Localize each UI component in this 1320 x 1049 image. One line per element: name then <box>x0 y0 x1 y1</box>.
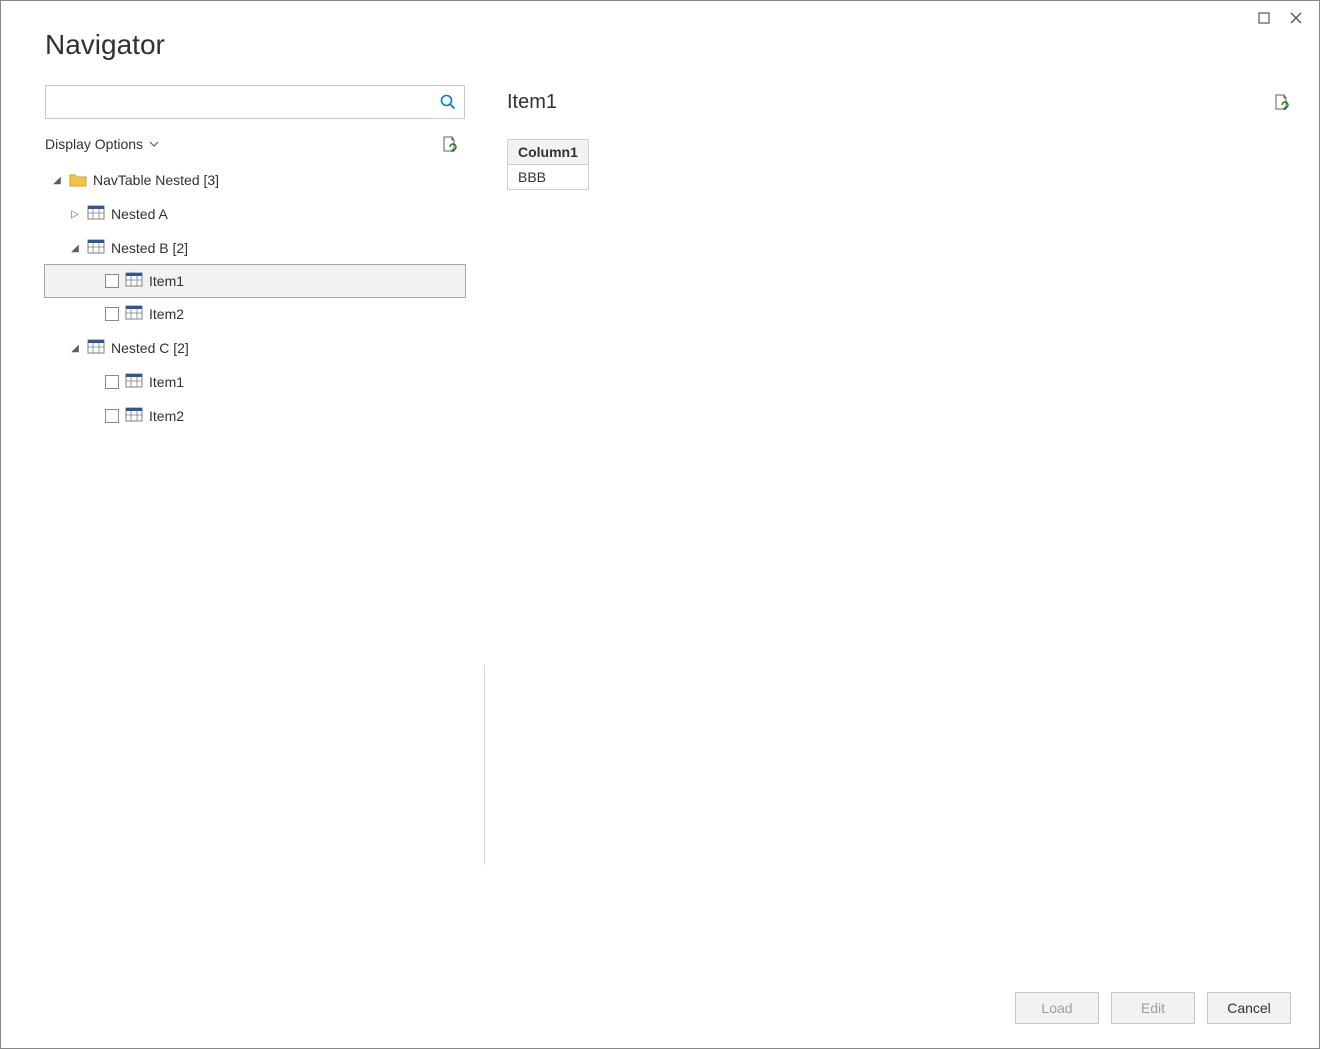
tree-item-label: Item1 <box>149 273 184 289</box>
tree-node-nested-c[interactable]: ◢ Nested C [2] <box>45 331 465 365</box>
tree-item-label: Item2 <box>149 408 184 424</box>
table-icon <box>87 205 105 223</box>
edit-button[interactable]: Edit <box>1111 992 1195 1024</box>
checkbox[interactable] <box>105 409 119 423</box>
checkbox[interactable] <box>105 375 119 389</box>
folder-icon <box>69 173 87 188</box>
tree-item-label: Item1 <box>149 374 184 390</box>
table-icon <box>125 272 143 290</box>
maximize-button[interactable] <box>1255 9 1273 27</box>
tree-item-label: Item2 <box>149 306 184 322</box>
caret-down-icon: ◢ <box>69 343 81 354</box>
square-icon <box>1258 12 1270 24</box>
tree-root-label: NavTable Nested [3] <box>93 172 219 188</box>
column-header[interactable]: Column1 <box>508 140 589 165</box>
caret-down-icon: ◢ <box>51 175 63 186</box>
navigator-pane: Display Options ◢ NavTable Nested [3] <box>45 85 485 865</box>
tree-item-c-item2[interactable]: ▷ Item2 <box>45 399 465 433</box>
table-icon <box>125 305 143 323</box>
preview-table: Column1 BBB <box>507 139 589 190</box>
preview-refresh-button[interactable] <box>1273 93 1291 111</box>
refresh-button[interactable] <box>441 135 459 153</box>
tree-node-label: Nested C [2] <box>111 340 189 356</box>
refresh-icon <box>1273 93 1291 111</box>
display-options-dropdown[interactable]: Display Options <box>45 136 159 152</box>
search-input[interactable] <box>45 85 465 119</box>
load-button[interactable]: Load <box>1015 992 1099 1024</box>
table-icon <box>125 407 143 425</box>
table-row[interactable]: BBB <box>508 165 589 190</box>
checkbox[interactable] <box>105 274 119 288</box>
dialog-title: Navigator <box>1 1 1319 85</box>
tree-item-b-item1[interactable]: ▷ Item1 <box>44 264 466 298</box>
tree-node-label: Nested B [2] <box>111 240 188 256</box>
tree-item-c-item1[interactable]: ▷ Item1 <box>45 365 465 399</box>
table-cell: BBB <box>508 165 589 190</box>
preview-title: Item1 <box>507 91 557 114</box>
tree-item-b-item2[interactable]: ▷ Item2 <box>45 297 465 331</box>
tree-node-nested-a[interactable]: ▷ Nested A <box>45 197 465 231</box>
display-options-label: Display Options <box>45 136 143 152</box>
tree-node-label: Nested A <box>111 206 168 222</box>
table-icon <box>87 239 105 257</box>
checkbox[interactable] <box>105 307 119 321</box>
preview-pane: Item1 Column1 BBB <box>485 85 1291 865</box>
caret-right-icon: ▷ <box>69 209 81 220</box>
close-icon <box>1289 11 1303 25</box>
tree-root[interactable]: ◢ NavTable Nested [3] <box>45 163 465 197</box>
object-tree: ◢ NavTable Nested [3] ▷ Nested A ◢ <box>45 163 465 433</box>
tree-node-nested-b[interactable]: ◢ Nested B [2] <box>45 231 465 265</box>
close-button[interactable] <box>1287 9 1305 27</box>
chevron-down-icon <box>149 141 159 147</box>
caret-down-icon: ◢ <box>69 243 81 254</box>
refresh-icon <box>441 135 459 153</box>
cancel-button[interactable]: Cancel <box>1207 992 1291 1024</box>
table-icon <box>125 373 143 391</box>
table-icon <box>87 339 105 357</box>
